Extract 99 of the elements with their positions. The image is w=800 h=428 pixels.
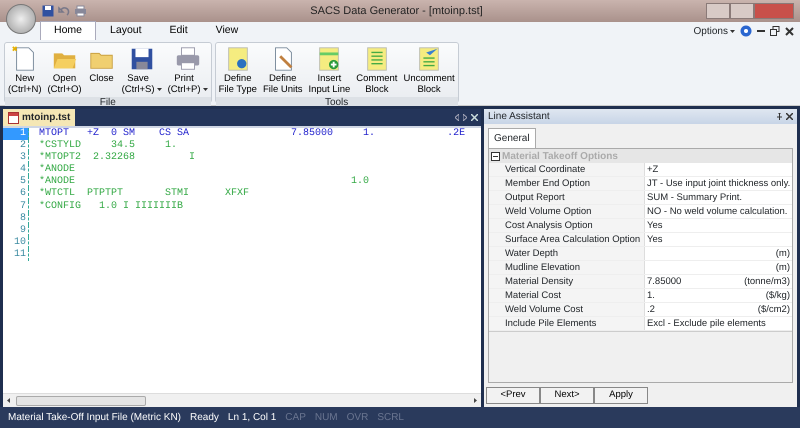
line-number: 4 [3, 164, 29, 176]
ribbon-tab[interactable]: Home [40, 21, 96, 40]
collapse-icon[interactable] [491, 152, 500, 160]
panel-button[interactable]: Apply [594, 387, 648, 404]
line-number: 3 [3, 152, 29, 164]
property-value[interactable]: +Z [647, 163, 658, 176]
panel-tab[interactable]: General [488, 128, 536, 148]
close-icon [786, 113, 793, 120]
property-name: Surface Area Calculation Option [489, 233, 645, 246]
property-unit: (m) [776, 247, 791, 260]
property-name: Member End Option [489, 177, 645, 190]
save-icon[interactable] [42, 5, 54, 17]
line-number: 7 [3, 200, 29, 213]
property-name: Cost Analysis Option [489, 219, 645, 232]
property-value[interactable]: 7.85000 [647, 275, 682, 288]
property-value[interactable]: NO - No weld volume calculation. [647, 205, 788, 218]
ribbon-button[interactable]: Open (Ctrl+O) [44, 43, 85, 97]
code-line: *CSTYLD 34.5 1. [38, 140, 178, 152]
property-name: Output Report [489, 191, 645, 204]
scroll-left-icon [7, 398, 10, 403]
panel-title: Line Assistant [488, 110, 550, 124]
document-tab[interactable]: mtoinp.tst [3, 109, 76, 126]
ribbon-button[interactable]: Save (Ctrl+S) [118, 43, 165, 97]
close-icon [785, 26, 794, 36]
property-name: Material Density [489, 275, 645, 288]
caret-icon [730, 30, 735, 32]
property-value[interactable]: 1. [647, 289, 655, 302]
line-number: 8 [3, 212, 29, 225]
horizontal-scrollbar[interactable] [3, 393, 481, 407]
status-item: OVR [346, 411, 368, 425]
code-line: *CONFIG 1.0 I IIIIIIIB [38, 200, 184, 213]
close-icon [471, 114, 478, 121]
ribbon-button[interactable]: Print (Ctrl+P) [164, 43, 211, 97]
property-unit: (tonne/m3) [744, 275, 791, 288]
scroll-thumb[interactable] [16, 396, 146, 406]
ribbon-tab[interactable]: Edit [156, 21, 202, 40]
ribbon-button[interactable]: Define File Units [260, 43, 306, 97]
status-item: SCRL [377, 411, 404, 425]
ribbon-button[interactable]: New (Ctrl+N) [5, 43, 45, 97]
line-number: 9 [3, 224, 29, 237]
ribbon-button[interactable]: Define File Type [216, 43, 260, 97]
caret-icon [156, 88, 162, 91]
file-icon [8, 112, 19, 124]
ribbon-button[interactable]: Uncomment Block [400, 43, 458, 97]
code-line: *ANODE 1.0 [38, 176, 370, 188]
ribbon-tab[interactable]: Layout [96, 21, 156, 40]
property-value[interactable]: JT - Use input joint thickness only. [647, 177, 790, 190]
printer-icon[interactable] [74, 5, 87, 17]
window-title: SACS Data Generator - [mtoinp.tst] [309, 4, 484, 19]
property-name: Weld Volume Cost [489, 303, 645, 316]
minimize-button[interactable] [706, 3, 730, 19]
line-number: 11 [3, 248, 29, 262]
pin-icon [777, 113, 782, 120]
property-name: Weld Volume Option [489, 205, 645, 218]
line-number: 10 [3, 236, 29, 249]
line-number: 1 [3, 128, 29, 140]
ribbon-button[interactable]: Insert Input Line [306, 43, 354, 97]
status-item: Ready [190, 411, 219, 425]
code-line: MTOPT +Z 0 SM CS SA 7.85000 1. .2E [38, 128, 466, 140]
ribbon-button[interactable]: Comment Block [353, 43, 400, 97]
panel-button[interactable]: Next> [540, 387, 594, 404]
property-name: Mudline Elevation [489, 261, 645, 274]
ribbon-button[interactable]: Close [84, 43, 119, 97]
panel-button[interactable]: <Prev [486, 387, 540, 404]
status-item: Material Take-Off Input File (Metric KN) [8, 411, 182, 425]
property-unit: (m) [776, 261, 791, 274]
caret-icon [202, 88, 208, 91]
category-label: Material Takeoff Options [502, 150, 618, 164]
undo-icon[interactable] [58, 5, 70, 17]
property-value[interactable]: Yes [647, 219, 662, 232]
property-value[interactable]: Yes [647, 233, 662, 246]
property-value[interactable]: SUM - Summary Print. [647, 191, 742, 204]
status-item: NUM [314, 411, 338, 425]
property-unit: ($/kg) [766, 289, 791, 302]
maximize-button[interactable] [730, 3, 754, 19]
options-menu[interactable]: Options [694, 24, 735, 38]
status-item: Ln 1, Col 1 [228, 411, 276, 425]
line-number: 6 [3, 188, 29, 201]
property-name: Include Pile Elements [489, 317, 645, 330]
line-number: 5 [3, 176, 29, 188]
property-name: Material Cost [489, 289, 645, 302]
left-arrow-icon [455, 114, 459, 121]
property-value[interactable]: .2 [647, 303, 655, 316]
right-arrow-icon [463, 114, 467, 121]
help-icon [740, 25, 752, 37]
line-number: 2 [3, 140, 29, 152]
property-name: Vertical Coordinate [489, 163, 645, 176]
minimize-icon [757, 30, 765, 32]
restore-icon [770, 26, 780, 36]
code-line: *ANODE [38, 164, 76, 176]
ribbon-tab[interactable]: View [202, 21, 252, 40]
property-value[interactable]: Excl - Exclude pile elements [647, 317, 766, 330]
code-line: *WTCTL PTPTPT STMI XFXF [38, 188, 250, 200]
property-name: Water Depth [489, 247, 645, 260]
property-unit: ($/cm2) [758, 303, 791, 316]
status-item: CAP [285, 411, 306, 425]
scroll-right-icon [474, 398, 477, 403]
app-menu-button[interactable] [6, 4, 36, 34]
code-line: *MTOPT2 2.32268 I [38, 152, 196, 164]
